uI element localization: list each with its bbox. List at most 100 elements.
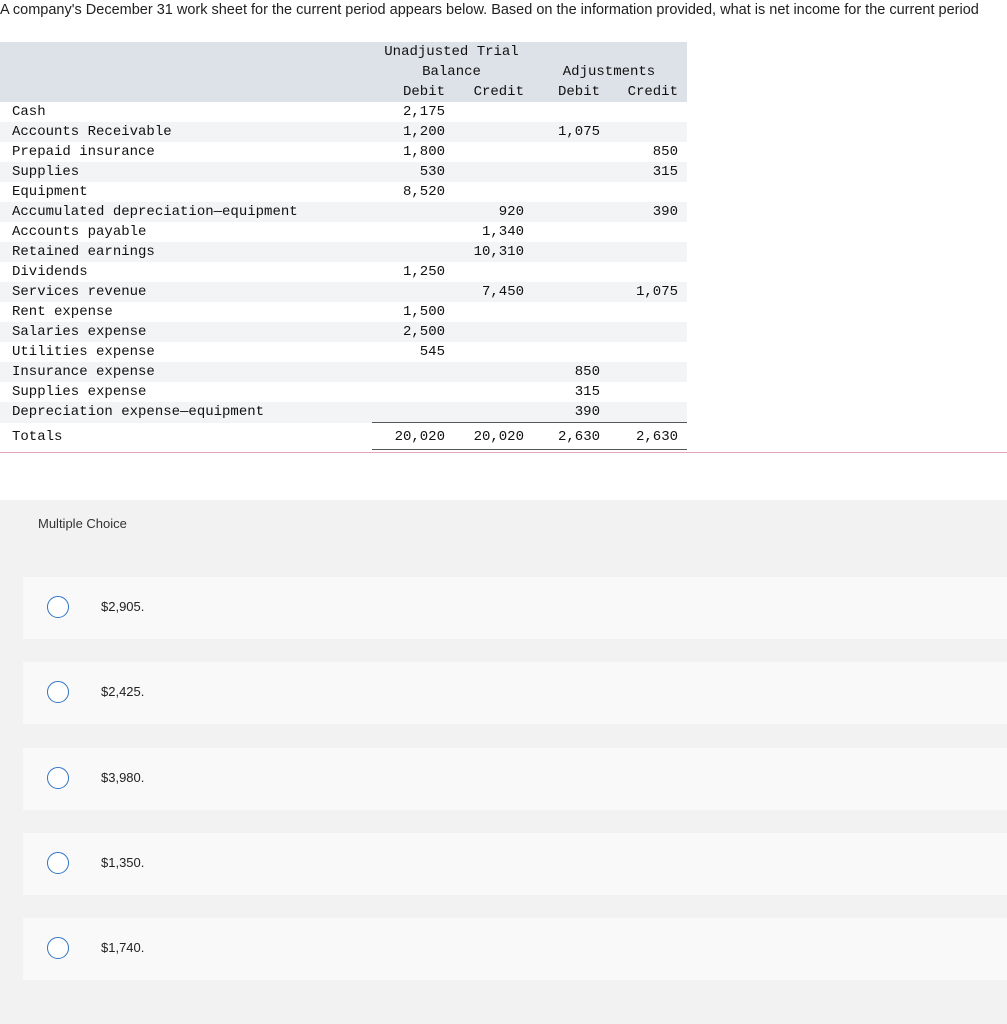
adj-credit-cell: 1,075 [605, 282, 687, 302]
total-adj-credit: 2,630 [605, 422, 687, 450]
choice-option[interactable]: $2,905. [23, 577, 1007, 639]
table-row: Dividends 1,250 [0, 262, 687, 282]
adj-debit-cell [531, 302, 605, 322]
utb-debit-cell [372, 202, 452, 222]
header-blank [0, 42, 372, 62]
choice-option[interactable]: $1,350. [23, 833, 1007, 895]
choice-text: $3,980. [101, 770, 145, 785]
radio-button[interactable] [47, 852, 69, 874]
account-name: Cash [12, 104, 46, 120]
adj-credit-cell [605, 362, 687, 382]
choice-option[interactable]: $1,740. [23, 918, 1007, 980]
radio-button[interactable] [47, 681, 69, 703]
table-row: Rent expense 1,500 [0, 302, 687, 322]
adj-debit-cell [531, 322, 605, 342]
table-row: Accumulated depreciation—equipment 920 390 [0, 202, 687, 222]
utb-credit-cell [452, 162, 531, 182]
account-name: Accounts Receivable [0, 122, 372, 142]
adj-debit-cell [531, 222, 605, 242]
adj-debit-cell [531, 342, 605, 362]
adj-debit-cell [531, 162, 605, 182]
radio-button[interactable] [47, 767, 69, 789]
total-adj-debit: 2,630 [531, 422, 605, 450]
totals-label: Totals [12, 429, 63, 445]
table-row: Supplies expense 315 [0, 382, 687, 402]
adj-credit-cell: 315 [605, 162, 687, 182]
adj-credit-cell [605, 382, 687, 402]
utb-credit-cell [452, 182, 531, 202]
adj-credit-cell [605, 302, 687, 322]
adj-credit-cell [605, 222, 687, 242]
adj-debit-cell: 390 [531, 402, 605, 423]
utb-debit-cell: 2,500 [372, 322, 452, 342]
account-name: Services revenue [0, 282, 372, 302]
choice-option[interactable]: $3,980. [23, 748, 1007, 810]
header-row-2: Balance Adjustments [0, 62, 687, 82]
account-name: Dividends [12, 264, 88, 280]
table-row: Utilities expense 545 [0, 342, 687, 362]
adjustments-header: Adjustments [531, 62, 687, 82]
utb-credit-cell [452, 382, 531, 402]
utb-credit-cell [452, 142, 531, 162]
utb-header-line1: Unadjusted Trial [372, 42, 531, 62]
adj-credit-cell: 850 [652, 144, 678, 160]
adj-credit-cell [605, 322, 687, 342]
utb-debit-cell [372, 242, 452, 262]
utb-credit-cell: 7,450 [452, 282, 531, 302]
adj-credit-cell: 390 [605, 202, 687, 222]
utb-credit-cell [452, 262, 531, 282]
adj-credit-cell [605, 102, 687, 122]
adj-debit-header: Debit [531, 82, 605, 102]
adj-debit-cell [531, 282, 605, 302]
utb-debit-cell: 545 [419, 344, 445, 360]
account-name: Supplies expense [12, 384, 147, 400]
utb-credit-cell [452, 102, 531, 122]
adj-debit-cell [531, 182, 605, 202]
worksheet-table: Unadjusted Trial Balance Adjustments Deb… [0, 42, 687, 450]
utb-credit-cell [452, 362, 531, 382]
utb-debit-cell: 1,800 [402, 144, 445, 160]
adj-credit-header: Credit [605, 82, 687, 102]
choice-text: $2,425. [101, 684, 145, 699]
account-name: Equipment [12, 184, 88, 200]
account-name: Prepaid insurance [12, 144, 155, 160]
table-row: Equipment 8,520 [0, 182, 687, 202]
account-name: Insurance expense [0, 362, 372, 382]
adj-debit-cell [531, 242, 605, 262]
adj-credit-cell [605, 182, 687, 202]
choice-text: $2,905. [101, 599, 145, 614]
adj-credit-cell [605, 402, 687, 423]
total-utb-credit: 20,020 [452, 422, 531, 450]
adj-debit-cell: 1,075 [531, 122, 605, 142]
account-name: Accounts payable [12, 224, 147, 240]
adj-credit-cell [605, 342, 687, 362]
utb-debit-cell: 530 [372, 162, 452, 182]
table-row: Accounts payable 1,340 [0, 222, 687, 242]
header-row-3: Debit Credit Debit Credit [0, 82, 687, 102]
utb-credit-cell [452, 122, 531, 142]
adj-credit-cell [605, 262, 687, 282]
table-row: Retained earnings 10,310 [0, 242, 687, 262]
choice-text: $1,740. [101, 940, 145, 955]
utb-debit-cell [372, 222, 452, 242]
table-row: Depreciation expense—equipment 390 [0, 402, 687, 423]
table-row: Insurance expense 850 [0, 362, 687, 382]
adj-debit-cell: 850 [531, 362, 605, 382]
table-row: Salaries expense 2,500 [0, 322, 687, 342]
adj-debit-cell [531, 102, 605, 122]
account-name: Rent expense [12, 304, 113, 320]
table-row: Prepaid insurance 1,800 850 [0, 142, 687, 162]
adj-credit-cell [605, 242, 687, 262]
adj-credit-cell [605, 122, 687, 142]
utb-debit-cell: 2,175 [402, 104, 445, 120]
utb-credit-cell [452, 342, 531, 362]
radio-button[interactable] [47, 937, 69, 959]
total-utb-debit: 20,020 [372, 422, 452, 450]
utb-credit-header: Credit [452, 82, 531, 102]
choice-option[interactable]: $2,425. [23, 662, 1007, 724]
utb-debit-cell: 8,520 [402, 184, 445, 200]
utb-debit-cell [372, 382, 452, 402]
radio-button[interactable] [47, 596, 69, 618]
multiple-choice-label: Multiple Choice [38, 516, 127, 531]
utb-credit-cell: 920 [452, 202, 531, 222]
